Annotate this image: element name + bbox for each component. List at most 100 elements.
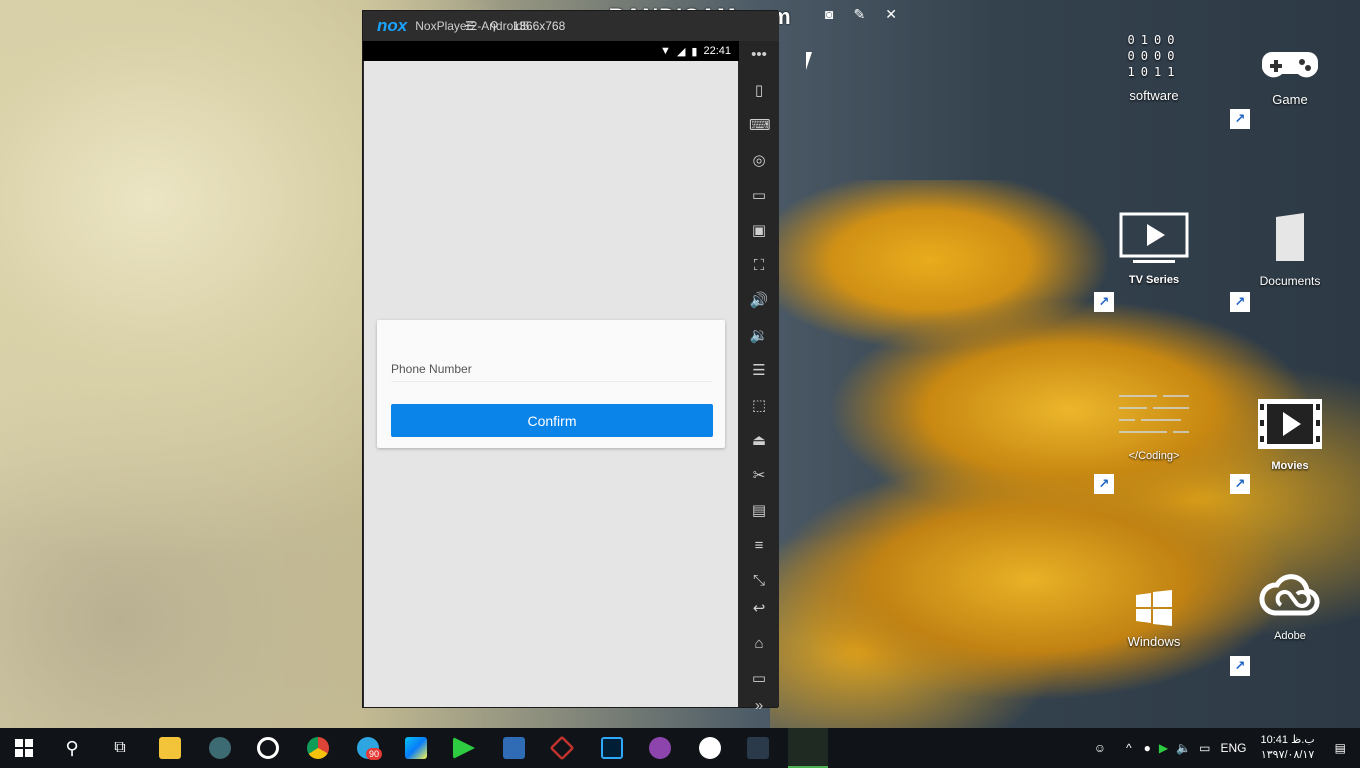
nox-titlebar[interactable]: nox NoxPlayer2-Android5. ☰ ⚲ 1366x768 <box>363 11 779 41</box>
shortcut-arrow-icon: ↗ <box>1230 292 1250 312</box>
gear-app-icon <box>209 737 231 759</box>
recent-apps-icon[interactable]: ▭ <box>749 669 769 689</box>
android-screen: Confirm <box>364 61 738 707</box>
desktop-icon-windows[interactable]: Windows <box>1109 582 1199 649</box>
pin-icon[interactable]: ⚲ <box>490 19 499 33</box>
system-tray: ☺ ^ ● ▶ 🔈 ▭ ENG 10:41 ب.ظ ۱۳۹۷/۰۸/۱۷ ▤ <box>1094 728 1360 768</box>
taskbar-app-cat[interactable] <box>636 728 684 768</box>
nox-side-toolbar: ••• ▯ ⌨ ◎ ▭ ▣ ⛶ 🔊 🔉 ☰ ⬚ ⏏ ✂ ▤ ≡ ⤡ ↩ ⌂ ▭ … <box>739 41 779 714</box>
desktop-icon-tv-series[interactable]: TV Series <box>1109 212 1199 286</box>
more-icon[interactable]: ••• <box>749 45 769 65</box>
taskbar-app-1[interactable] <box>196 728 244 768</box>
toolbox-icon[interactable]: ☰ <box>749 361 769 381</box>
resolution-label: 1366x768 <box>512 19 566 33</box>
taskbar-chrome[interactable] <box>294 728 342 768</box>
green-flag-icon <box>453 737 475 759</box>
chevron-up-icon[interactable]: ^ <box>1126 741 1132 755</box>
photoshop-icon <box>601 737 623 759</box>
tray-badge-icon[interactable]: ● <box>1144 741 1151 755</box>
shortcut-arrow-icon: ↗ <box>1230 656 1250 676</box>
webstorm-icon <box>405 737 427 759</box>
desktop-icon-label: Movies <box>1271 460 1309 472</box>
android-status-bar: ▼ ◢ ▮ 22:41 <box>363 41 739 61</box>
taskbar-active-app[interactable] <box>788 728 828 768</box>
bandicam-toolbar: ☰ ⚲ 1366x768 <box>465 11 565 41</box>
expand-icon[interactable]: » <box>749 696 769 716</box>
location-icon[interactable]: ◎ <box>749 151 769 171</box>
taskbar-clock[interactable]: 10:41 ب.ظ ۱۳۹۷/۰۸/۱۷ <box>1260 733 1314 763</box>
phone-number-input[interactable] <box>391 356 713 382</box>
notifications-icon[interactable]: ▤ <box>1335 741 1346 755</box>
close-icon[interactable]: ✕ <box>885 6 897 23</box>
volume-down-icon[interactable]: 🔉 <box>749 326 769 346</box>
camera-icon[interactable]: ◙ <box>825 6 833 23</box>
home-icon[interactable]: ⌂ <box>749 634 769 654</box>
desktop-icon-label: Game <box>1272 92 1308 107</box>
shortcut-arrow-icon: ↗ <box>1094 474 1114 494</box>
cat-icon <box>649 737 671 759</box>
people-icon[interactable]: ☺ <box>1094 741 1106 755</box>
fullscreen-icon[interactable]: ⛶ <box>749 256 769 276</box>
taskbar-file-explorer[interactable] <box>146 728 194 768</box>
network-icon[interactable]: ▭ <box>1199 741 1210 755</box>
shortcut-arrow-icon: ↗ <box>1230 109 1250 129</box>
code-lines-icon <box>1109 388 1199 440</box>
taskbar-powershell[interactable] <box>490 728 538 768</box>
target-icon <box>257 737 279 759</box>
folder-icon <box>159 737 181 759</box>
windows-logo-icon <box>1109 582 1199 634</box>
apk-icon[interactable]: ▣ <box>749 221 769 241</box>
volume-icon[interactable]: 🔈 <box>1176 741 1191 755</box>
desktop-icon-documents[interactable]: Documents <box>1245 212 1335 288</box>
task-view-button[interactable]: ⧉ <box>96 728 144 768</box>
scissors-icon[interactable]: ✂ <box>749 466 769 486</box>
desktop-icon-movies[interactable]: Movies <box>1245 398 1335 472</box>
chrome-icon <box>307 737 329 759</box>
shake-icon[interactable]: ▯ <box>749 81 769 101</box>
login-card: Confirm <box>377 320 725 448</box>
taskbar-app-2[interactable] <box>244 728 292 768</box>
search-icon: ⚲ <box>65 737 79 758</box>
desktop-icon-coding[interactable]: </Coding> <box>1109 388 1199 462</box>
screen-icon[interactable]: ▭ <box>749 186 769 206</box>
hamburger-icon[interactable]: ☰ <box>465 19 476 33</box>
taskbar-nox[interactable] <box>734 728 782 768</box>
tray-flag-icon[interactable]: ▶ <box>1159 741 1168 755</box>
tv-icon <box>1109 212 1199 264</box>
taskbar-webstorm[interactable] <box>392 728 440 768</box>
taskbar-telegram[interactable]: 90 <box>344 728 392 768</box>
powershell-icon <box>503 737 525 759</box>
battery-icon: ▮ <box>691 45 698 58</box>
taskbar-app-flag[interactable] <box>440 728 488 768</box>
desktop-icon-label: Adobe <box>1274 630 1306 642</box>
search-button[interactable]: ⚲ <box>48 728 96 768</box>
back-icon[interactable]: ↩ <box>749 599 769 619</box>
multi-instance-icon[interactable]: ▤ <box>749 501 769 521</box>
taskbar-slack[interactable] <box>686 728 734 768</box>
diamond-icon <box>549 735 575 761</box>
keyboard-icon[interactable]: ⌨ <box>749 116 771 136</box>
mouse-cursor <box>806 52 818 70</box>
resize-icon[interactable]: ⤡ <box>749 571 769 591</box>
confirm-button[interactable]: Confirm <box>391 404 713 437</box>
nox-icon <box>747 737 769 759</box>
desktop-icon-adobe[interactable]: Adobe <box>1245 570 1335 642</box>
taskbar-photoshop[interactable] <box>588 728 636 768</box>
taskbar-app-red[interactable] <box>538 728 586 768</box>
macro-icon[interactable]: ⬚ <box>749 396 769 416</box>
volume-up-icon[interactable]: 🔊 <box>749 291 769 311</box>
desktop-icon-game[interactable]: Game <box>1245 40 1335 107</box>
wifi-icon: ▼ <box>660 45 671 57</box>
windows-taskbar: ⚲ ⧉ 90 ☺ ^ ● ▶ 🔈 ▭ ENG 10:41 ب.ظ ۱۳۹۷/۰۸… <box>0 728 1360 768</box>
nox-emulator-window[interactable]: nox NoxPlayer2-Android5. ☰ ⚲ 1366x768 ▼ … <box>362 10 779 714</box>
desktop-icon-software[interactable]: 0100 0000 1011 software <box>1109 30 1199 103</box>
language-indicator[interactable]: ENG <box>1220 741 1246 755</box>
pencil-icon[interactable]: ✎ <box>853 6 865 23</box>
record-icon[interactable]: ⏏ <box>749 431 769 451</box>
menu-icon[interactable]: ≡ <box>749 536 769 556</box>
start-button[interactable] <box>0 728 48 768</box>
desktop-icon-label: TV Series <box>1128 274 1180 286</box>
status-time: 22:41 <box>703 45 731 57</box>
task-view-icon: ⧉ <box>114 739 126 756</box>
shortcut-arrow-icon: ↗ <box>1094 292 1114 312</box>
